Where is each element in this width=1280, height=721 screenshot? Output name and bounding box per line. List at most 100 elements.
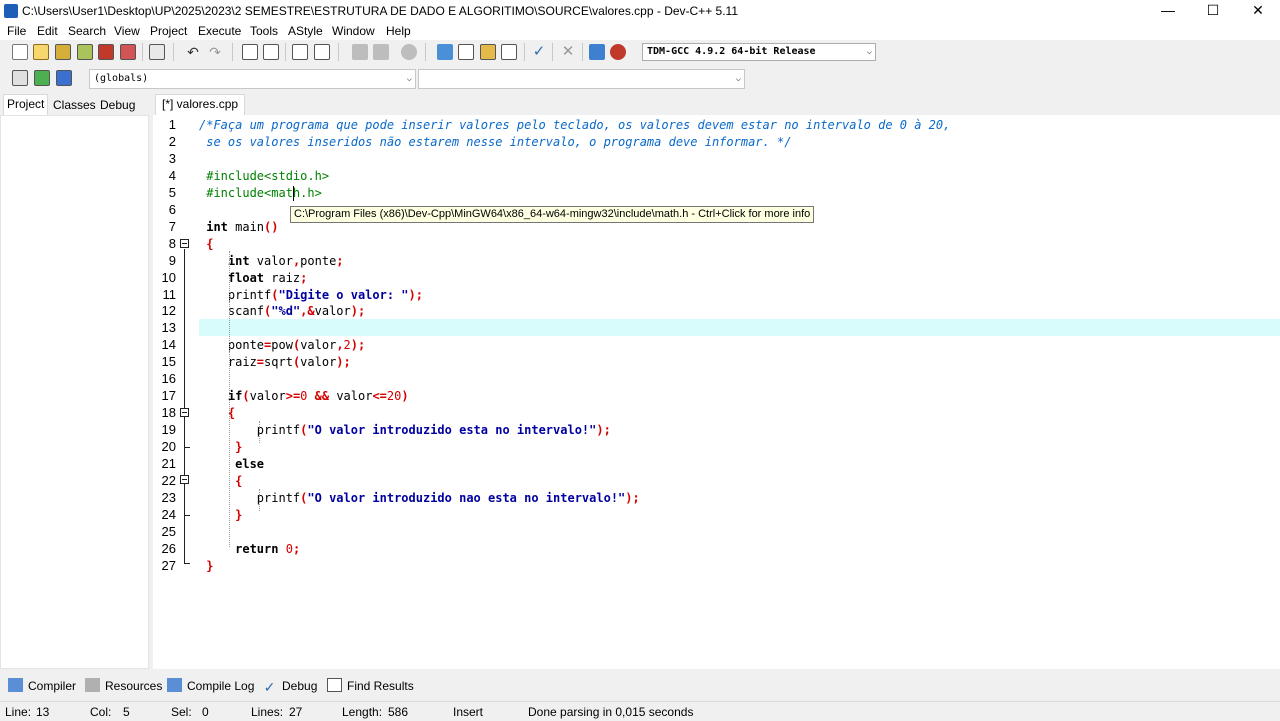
- new-file-icon[interactable]: [12, 44, 28, 60]
- toggle-bookmark-icon[interactable]: [314, 44, 330, 60]
- code-line[interactable]: scanf("%d",&valor);: [199, 303, 365, 320]
- tab-compile-log[interactable]: Compile Log: [167, 677, 254, 695]
- code-line[interactable]: else: [199, 456, 264, 473]
- stop-execution-icon[interactable]: ✕: [560, 44, 576, 60]
- line-number: 13: [161, 320, 176, 336]
- check-syntax-icon[interactable]: ✓: [531, 44, 547, 60]
- scope-combo[interactable]: (globals) ⌵: [89, 69, 416, 89]
- indent-icon[interactable]: [352, 44, 368, 60]
- code-token: /*Faça um programa que pode inserir valo…: [199, 118, 951, 132]
- save-all-icon[interactable]: [77, 44, 93, 60]
- fold-toggle-icon[interactable]: [180, 408, 189, 417]
- class-browser-icon[interactable]: [480, 44, 496, 60]
- minimize-button[interactable]: —: [1146, 0, 1190, 22]
- tab-project[interactable]: Project: [3, 94, 49, 116]
- print-icon[interactable]: [149, 44, 165, 60]
- code-line[interactable]: #include<math.h>: [199, 185, 322, 202]
- code-token: );: [596, 423, 611, 438]
- code-line[interactable]: }: [199, 507, 242, 524]
- menu-file[interactable]: File: [7, 24, 26, 38]
- code-token: ,: [336, 338, 344, 353]
- replace-icon[interactable]: [263, 44, 279, 60]
- tab-compiler[interactable]: Compiler: [8, 677, 76, 695]
- close-file-icon[interactable]: [98, 44, 114, 60]
- project-options-icon[interactable]: [458, 44, 474, 60]
- status-col-label: Col:: [90, 705, 112, 719]
- unindent-icon[interactable]: [373, 44, 389, 60]
- menu-astyle[interactable]: AStyle: [288, 24, 323, 38]
- line-number: 2: [168, 133, 176, 149]
- maximize-button[interactable]: ☐: [1191, 0, 1235, 22]
- code-line[interactable]: printf("O valor introduzido esta no inte…: [199, 422, 611, 439]
- menu-edit[interactable]: Edit: [37, 24, 58, 38]
- menu-execute[interactable]: Execute: [198, 24, 241, 38]
- symbol-combo[interactable]: ⌵: [418, 69, 745, 89]
- status-sel-label: Sel:: [171, 705, 192, 719]
- code-line[interactable]: float raiz;: [199, 270, 308, 287]
- line-number: 9: [168, 252, 176, 268]
- project-panel[interactable]: [0, 115, 149, 669]
- close-button[interactable]: ✕: [1236, 0, 1280, 22]
- code-line[interactable]: }: [199, 558, 213, 575]
- code-line[interactable]: ponte=pow(valor,2);: [199, 337, 365, 354]
- tab-classes[interactable]: Classes: [50, 96, 99, 114]
- text-cursor-icon: [293, 186, 294, 201]
- bookmarks-icon[interactable]: [56, 70, 72, 86]
- code-line[interactable]: /*Faça um programa que pode inserir valo…: [199, 117, 950, 134]
- code-line[interactable]: #include<stdio.h>: [199, 168, 329, 185]
- code-token: (: [242, 389, 250, 404]
- menu-view[interactable]: View: [114, 24, 140, 38]
- code-token: raiz: [199, 355, 257, 370]
- menu-window[interactable]: Window: [332, 24, 375, 38]
- tab-bottom-debug[interactable]: ✓ Debug: [262, 677, 318, 695]
- code-line[interactable]: return 0;: [199, 541, 300, 558]
- tab-find-results[interactable]: Find Results: [327, 677, 414, 695]
- menu-help[interactable]: Help: [386, 24, 411, 38]
- code-line[interactable]: {: [199, 473, 242, 490]
- code-line[interactable]: printf("Digite o valor: ");: [199, 287, 423, 304]
- line-number: 17: [161, 388, 176, 404]
- code-editor[interactable]: 1 2 3 4 5 6 7 8 9 10 11 12 13 14 15 16 17 18 19 20 21 22 23 24 2…: [153, 115, 1280, 669]
- code-token: );: [336, 355, 351, 370]
- code-line[interactable]: printf("O valor introduzido nao esta no …: [199, 490, 640, 507]
- code-line[interactable]: se os valores inseridos não estarem ness…: [199, 134, 791, 151]
- insert-icon[interactable]: [12, 70, 28, 86]
- code-line[interactable]: raiz=sqrt(valor);: [199, 354, 351, 371]
- menu-tools[interactable]: Tools: [250, 24, 278, 38]
- goto-line-icon[interactable]: [292, 44, 308, 60]
- open-file-icon[interactable]: [33, 44, 49, 60]
- line-number: 16: [161, 371, 176, 387]
- code-line[interactable]: int main(): [199, 219, 278, 236]
- code-line[interactable]: int valor,ponte;: [199, 253, 344, 270]
- delete-profile-icon[interactable]: [610, 44, 626, 60]
- undo-icon[interactable]: ↶: [185, 44, 201, 60]
- code-line[interactable]: }: [199, 439, 242, 456]
- menu-search[interactable]: Search: [68, 24, 106, 38]
- redo-icon[interactable]: ↷: [207, 44, 223, 60]
- code-line[interactable]: if(valor>=0 && valor<=20): [199, 388, 409, 405]
- save-icon[interactable]: [55, 44, 71, 60]
- editor-tab-valores[interactable]: [*] valores.cpp: [155, 94, 246, 116]
- chevron-down-icon: ⌵: [866, 47, 872, 57]
- tab-resources[interactable]: Resources: [85, 677, 162, 695]
- main-toolbar: ↶ ↷ ✓ ✕ TDM-GCC 4.9.2 64-bit Release ⌵: [0, 40, 1280, 66]
- profile-chart-icon[interactable]: [589, 44, 605, 60]
- tab-debug[interactable]: Debug: [97, 96, 138, 114]
- menu-project[interactable]: Project: [150, 24, 187, 38]
- toggle-comment-icon[interactable]: [401, 44, 417, 60]
- close-all-icon[interactable]: [120, 44, 136, 60]
- find-icon[interactable]: [242, 44, 258, 60]
- tile-icon[interactable]: [501, 44, 517, 60]
- code-line[interactable]: {: [199, 236, 213, 253]
- line-number: 18: [161, 405, 176, 421]
- fold-toggle-icon[interactable]: [180, 239, 189, 248]
- goto-declaration-icon[interactable]: [34, 70, 50, 86]
- code-token: ;: [300, 270, 308, 285]
- code-token: ;: [336, 253, 344, 268]
- new-project-icon[interactable]: [437, 44, 453, 60]
- fold-toggle-icon[interactable]: [180, 475, 189, 484]
- code-token: raiz: [264, 270, 301, 285]
- compiler-set-select[interactable]: TDM-GCC 4.9.2 64-bit Release ⌵: [642, 43, 876, 61]
- line-number: 6: [168, 201, 176, 217]
- code-token: valor: [336, 389, 373, 404]
